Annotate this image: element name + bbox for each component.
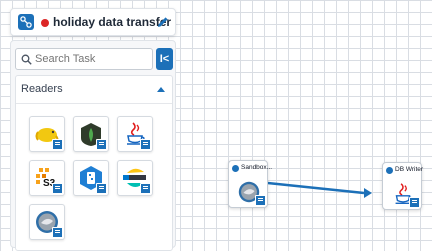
node-label: DB Writer xyxy=(395,166,424,173)
node-status-dot xyxy=(386,167,393,174)
reader-badge-icon xyxy=(255,195,266,206)
canvas-node-db-writer[interactable]: DB Writer xyxy=(382,162,424,210)
writer-badge-icon xyxy=(409,197,420,208)
pipeline-connector[interactable] xyxy=(0,0,432,250)
node-status-dot xyxy=(232,165,239,172)
node-label: Sandbox... xyxy=(241,164,273,171)
canvas-node-sandbox[interactable]: Sandbox... xyxy=(228,160,272,208)
